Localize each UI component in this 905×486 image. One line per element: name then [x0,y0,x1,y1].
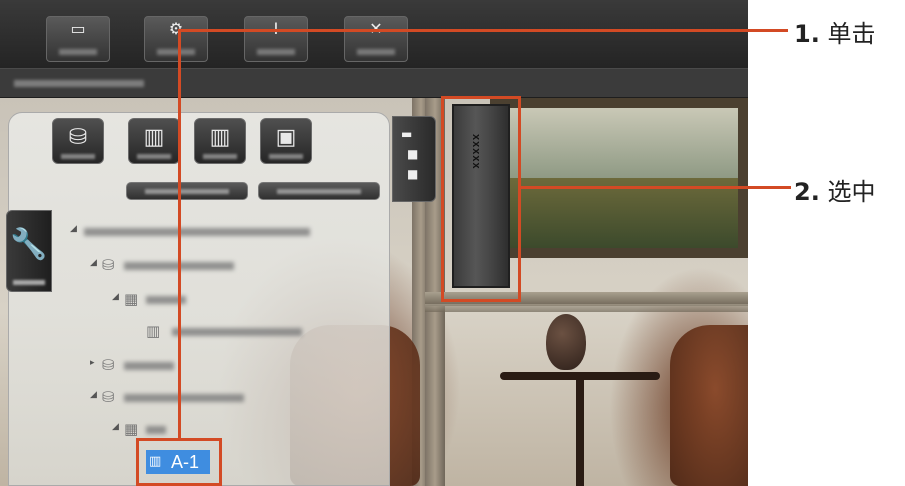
panel-sub-button-1[interactable] [126,182,248,200]
tree-item[interactable]: ▸ ⛁ [90,356,190,376]
tree-item[interactable]: ◢ ⛁ [90,388,260,408]
folder-icon: ■ [407,167,419,181]
database-icon: ⛁ [102,388,115,406]
expand-icon: ◢ [90,390,97,400]
callout-1-text: 单击 [827,20,876,48]
rack-delete-icon: ▥ [209,125,231,150]
highlight-box-selected-item [136,438,222,486]
tree-item[interactable]: ◢ ▦ [112,420,202,440]
callout-line-1-vertical [178,30,181,440]
rack-edit-icon: ▥ [143,125,165,150]
toolbar-button-4[interactable]: ✕ [344,16,408,62]
folder-icon: ■ [407,147,419,161]
armchair-right [670,325,748,486]
database-icon: ⛁ [102,256,115,274]
toolbar-button-2[interactable]: ⚙ [144,16,208,62]
wrench-icon: 🔧 [10,227,48,262]
shelf-board-lower [425,304,748,312]
vase [546,314,586,370]
tree-item[interactable]: ◢ ⛁ [90,256,250,276]
top-toolbar: ▭ ⚙ ! ✕ [0,0,748,68]
callout-line-1-horizontal [178,29,788,32]
cabinet-icon: ▦ [124,290,139,308]
rack-delete-button[interactable]: ▥ [194,118,246,164]
rack-icon: ▥ [146,322,161,340]
painting [490,98,748,258]
tree-item[interactable]: ◢ ▦ [112,290,212,310]
callout-1-number: 1. [794,20,820,48]
callout-2: 2. 选中 [794,172,875,207]
database-sync-button[interactable]: ⛁ [52,118,104,164]
toolbar-button-1[interactable]: ▭ [46,16,110,62]
rack-add-button[interactable]: ▣ [260,118,312,164]
expand-icon: ◢ [70,224,77,234]
inbox-icon: ▭ [70,19,86,38]
side-table-leg [576,378,584,486]
database-sync-icon: ⛁ [68,125,88,150]
collapse-icon: ▸ [90,358,95,368]
panel-sub-button-2[interactable] [258,182,380,200]
callout-2-text: 选中 [827,178,876,206]
callout-2-number: 2. [794,178,820,206]
tree-item[interactable]: ▥ [138,322,308,342]
tree-item[interactable]: ◢ [70,222,330,242]
toolbar-button-3[interactable]: ! [244,16,308,62]
callout-1: 1. 单击 [794,14,875,49]
highlight-box-device [441,96,521,302]
tools-tab[interactable]: 🔧 [6,210,52,292]
rack-edit-button[interactable]: ▥ [128,118,180,164]
expand-icon: ◢ [90,258,97,268]
rack-add-icon: ▣ [275,125,297,150]
database-icon: ⛁ [102,356,115,374]
folder-tab[interactable]: ▬ ■ ■ [392,116,436,202]
callout-line-2 [521,186,791,189]
expand-icon: ◢ [112,292,119,302]
folder-icon: ▬ [401,127,413,141]
management-app: ▭ ⚙ ! ✕ xxxxx ⛁ ▥ ▥ ▣ 🔧 [0,0,748,486]
cabinet-icon: ▦ [124,420,139,438]
breadcrumb [0,68,748,98]
expand-icon: ◢ [112,422,119,432]
